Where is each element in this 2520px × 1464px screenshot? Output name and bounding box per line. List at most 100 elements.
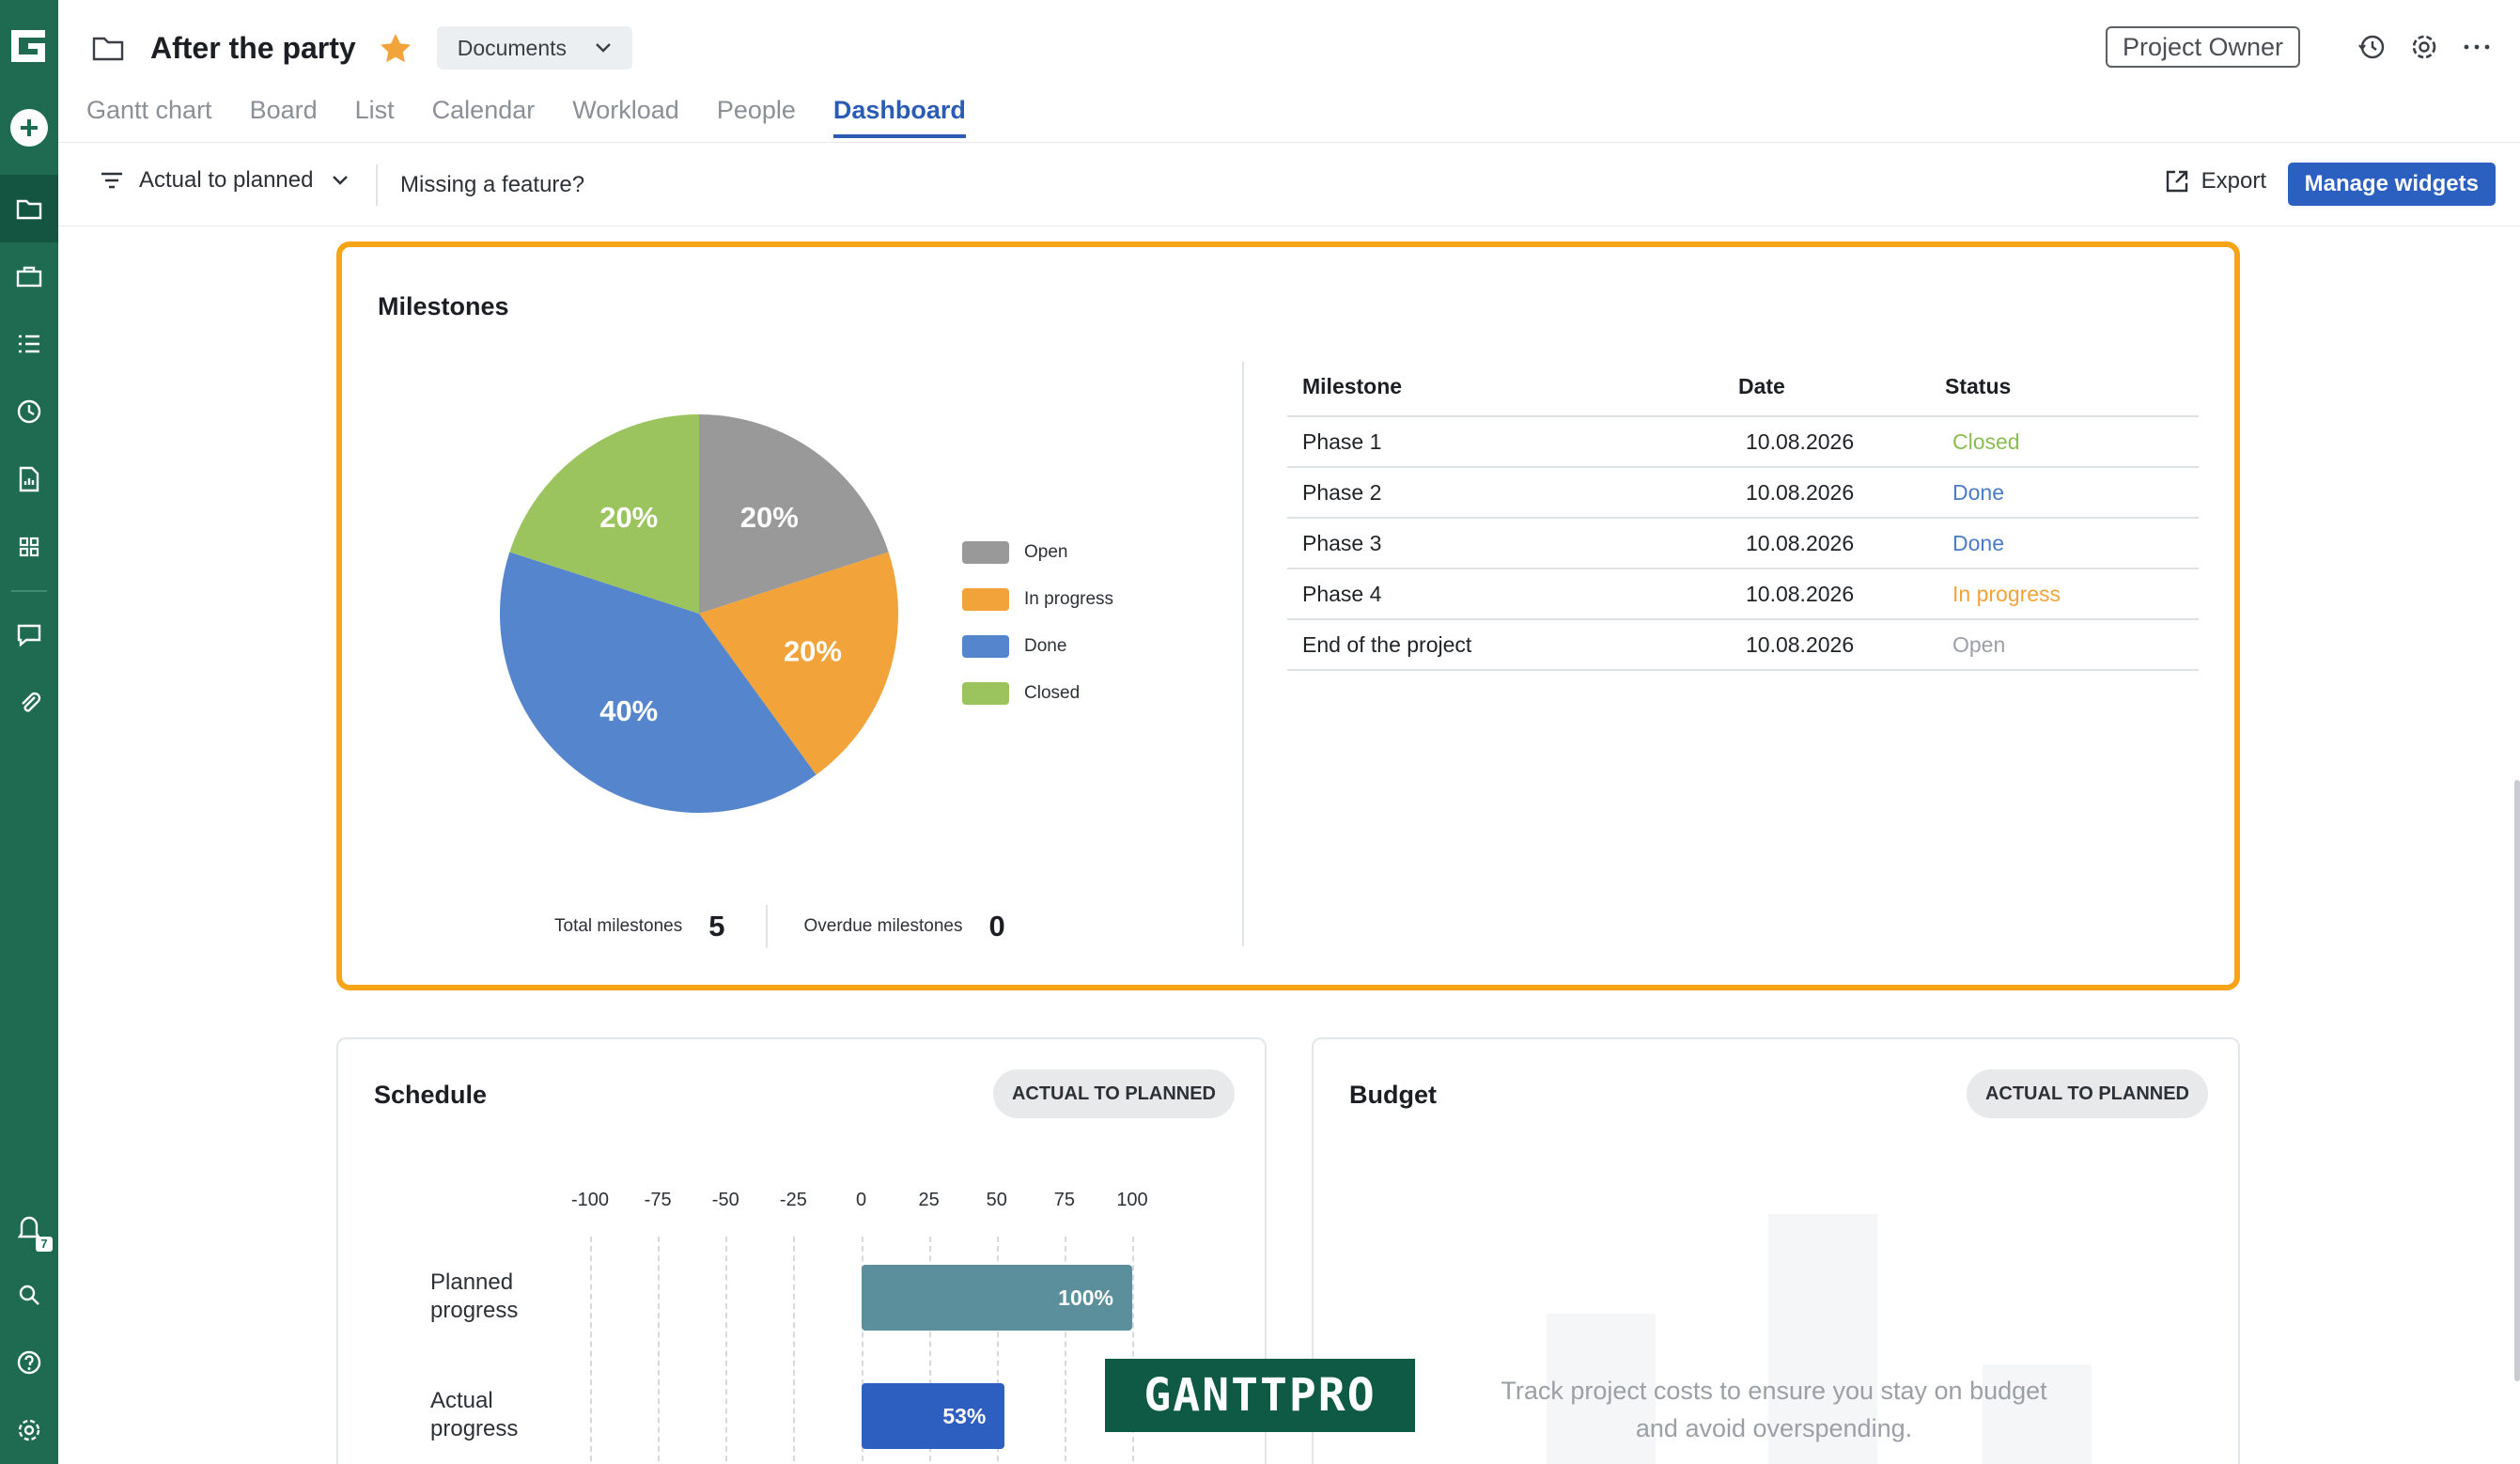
- filter-dropdown[interactable]: Actual to planned: [100, 167, 349, 194]
- star-icon[interactable]: [379, 32, 412, 64]
- milestone-status-cell: Done: [1945, 467, 2199, 519]
- bar-actual-progress[interactable]: 53%: [861, 1383, 1005, 1449]
- row-label-line: progress: [430, 1298, 519, 1323]
- milestone-name-cell: End of the project: [1287, 619, 1738, 671]
- ganttpro-watermark: GANTTPRO: [1105, 1359, 1415, 1432]
- axis-tick-label: 25: [918, 1190, 940, 1210]
- legend-item-done: Done: [962, 623, 1113, 670]
- milestones-widget[interactable]: Milestones 20% 20% 40% 20% Open In progress…: [336, 241, 2240, 990]
- tab-people[interactable]: People: [717, 96, 796, 138]
- legend-label: Open: [1024, 542, 1068, 562]
- milestone-name-cell: Phase 3: [1287, 518, 1738, 569]
- table-row[interactable]: End of the project 10.08.2026 Open: [1287, 619, 2199, 671]
- bar-planned-progress[interactable]: 100%: [861, 1265, 1132, 1331]
- legend-swatch: [962, 682, 1009, 705]
- grid-icon: [19, 537, 39, 557]
- axis-tick-label: -75: [644, 1190, 672, 1210]
- notification-badge: 7: [36, 1237, 53, 1252]
- milestones-pie-chart: 20% 20% 40% 20%: [492, 407, 906, 820]
- budget-widget[interactable]: Budget ACTUAL TO PLANNED Track project c…: [1312, 1037, 2240, 1464]
- rail-search[interactable]: [0, 1261, 58, 1329]
- project-header: After the party Documents Project Owner …: [58, 0, 2520, 143]
- total-milestones-label: Total milestones: [554, 916, 683, 936]
- table-row[interactable]: Phase 4 10.08.2026 In progress: [1287, 568, 2199, 620]
- milestone-status-cell: In progress: [1945, 568, 2199, 620]
- axis-tick-label: 50: [986, 1190, 1007, 1210]
- milestone-status-cell: Open: [1945, 619, 2199, 671]
- grid-line: [590, 1237, 592, 1464]
- header-actions: Project Owner: [2105, 26, 2492, 68]
- pie-slice-label: 20%: [784, 634, 842, 667]
- tab-workload[interactable]: Workload: [572, 96, 679, 138]
- project-title[interactable]: After the party: [150, 31, 356, 66]
- row-label-line: Planned: [430, 1269, 514, 1295]
- rail-time[interactable]: [0, 378, 58, 445]
- legend-label: Done: [1024, 636, 1067, 656]
- milestone-status-cell: Done: [1945, 518, 2199, 569]
- rail-reports[interactable]: [0, 445, 58, 513]
- ganttpro-logo[interactable]: [8, 24, 51, 68]
- row-label-line: progress: [430, 1416, 519, 1441]
- legend-item-open: Open: [962, 529, 1113, 576]
- tab-list[interactable]: List: [355, 96, 395, 138]
- legend-swatch: [962, 588, 1009, 611]
- budget-message-line: Track project costs to ensure you stay o…: [1501, 1377, 2047, 1405]
- milestones-table: Milestone Date Status Phase 1 10.08.2026 C…: [1287, 358, 2199, 671]
- list-icon: [19, 335, 39, 353]
- axis-tick-label: -100: [570, 1190, 610, 1210]
- column-header-date: Date: [1738, 358, 1945, 417]
- table-row[interactable]: Phase 2 10.08.2026 Done: [1287, 467, 2199, 519]
- legend-swatch: [962, 635, 1009, 658]
- rail-portfolio[interactable]: [0, 242, 58, 310]
- pie-svg: 20% 20% 40% 20%: [500, 414, 898, 813]
- gear-icon[interactable]: [2409, 32, 2439, 62]
- folder-icon: [16, 199, 42, 220]
- table-header-row: Milestone Date Status: [1287, 358, 2199, 417]
- rail-apps[interactable]: [0, 513, 58, 581]
- history-icon[interactable]: [2357, 32, 2387, 62]
- schedule-mode-pill[interactable]: ACTUAL TO PLANNED: [992, 1069, 1235, 1118]
- budget-message-line: and avoid overspending.: [1635, 1414, 1913, 1442]
- overdue-milestones-label: Overdue milestones: [803, 916, 963, 936]
- gear-icon: [18, 1419, 40, 1441]
- tab-dashboard[interactable]: Dashboard: [832, 96, 966, 138]
- rail-notifications[interactable]: 7: [0, 1193, 58, 1261]
- tab-board[interactable]: Board: [250, 96, 318, 138]
- milestone-name-cell: Phase 1: [1287, 416, 1738, 468]
- rail-chat[interactable]: [0, 601, 58, 669]
- budget-mode-pill[interactable]: ACTUAL TO PLANNED: [1966, 1069, 2208, 1118]
- role-badge[interactable]: Project Owner: [2105, 26, 2300, 68]
- grid-line: [725, 1237, 728, 1464]
- rail-divider: [11, 590, 47, 592]
- add-icon[interactable]: [10, 109, 48, 147]
- filter-label: Actual to planned: [139, 167, 314, 193]
- grid-line: [793, 1237, 796, 1464]
- help-icon: [17, 1350, 41, 1375]
- page-scrollbar[interactable]: [2514, 780, 2520, 1381]
- filter-icon: [101, 172, 122, 189]
- rail-help[interactable]: [0, 1329, 58, 1396]
- legend-label: Closed: [1024, 683, 1081, 703]
- legend-item-in-progress: In progress: [962, 576, 1113, 623]
- table-row[interactable]: Phase 1 10.08.2026 Closed: [1287, 416, 2199, 468]
- dashboard-toolbar: Actual to planned Missing a feature? Exp…: [58, 144, 2520, 226]
- rail-projects[interactable]: [0, 175, 58, 242]
- export-icon: [2166, 170, 2187, 193]
- rail-list[interactable]: [0, 310, 58, 378]
- missing-feature-link[interactable]: Missing a feature?: [400, 172, 584, 198]
- rail-settings[interactable]: [0, 1396, 58, 1464]
- rail-attachments[interactable]: [0, 669, 58, 737]
- axis-tick-label: 0: [855, 1190, 867, 1210]
- report-icon: [19, 466, 39, 492]
- view-tabs: Gantt chart Board List Calendar Workload…: [86, 96, 1003, 138]
- tab-gantt-chart[interactable]: Gantt chart: [86, 96, 212, 138]
- pie-slice-label: 20%: [740, 501, 799, 534]
- pie-slice-label: 40%: [599, 694, 658, 727]
- manage-widgets-button[interactable]: Manage widgets: [2287, 163, 2496, 206]
- tab-calendar[interactable]: Calendar: [432, 96, 536, 138]
- export-button[interactable]: Export: [2164, 168, 2266, 195]
- milestone-name-cell: Phase 4: [1287, 568, 1738, 620]
- more-icon[interactable]: [2462, 32, 2492, 62]
- documents-dropdown[interactable]: Documents: [436, 26, 633, 70]
- table-row[interactable]: Phase 3 10.08.2026 Done: [1287, 518, 2199, 569]
